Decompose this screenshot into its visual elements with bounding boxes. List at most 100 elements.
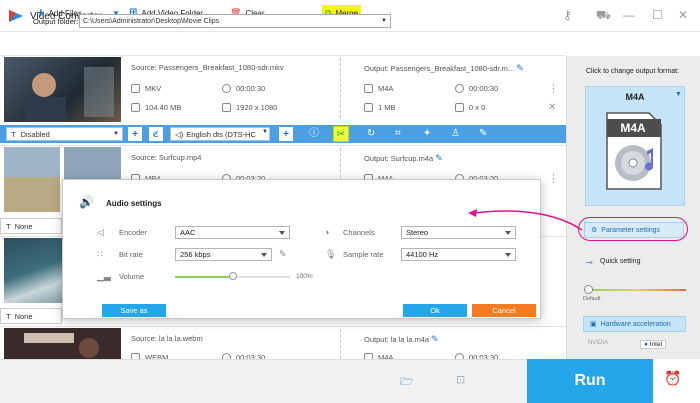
sample-rate-select[interactable]: 44100 Hz xyxy=(401,248,516,261)
close-item-icon[interactable]: ✕ xyxy=(548,102,556,113)
quick-setting-icon: ⊸ xyxy=(586,258,593,267)
output-folder-field[interactable]: C:\Users\Administrator\Desktop\Movie Cli… xyxy=(79,14,391,28)
dialog-title: Audio settings xyxy=(106,199,162,208)
ok-button[interactable]: Ok xyxy=(403,304,467,317)
channels-label: Channels xyxy=(343,228,375,237)
file-size-icon xyxy=(364,103,373,112)
annotation-highlight xyxy=(578,217,688,241)
source-format: MKV xyxy=(131,84,161,93)
open-folder-icon[interactable]: 🗁 xyxy=(400,373,414,392)
quick-setting-label: Quick setting xyxy=(600,258,641,265)
subtitle-select-mini[interactable]: T None xyxy=(0,218,62,234)
source-resolution: 1920 x 1080 xyxy=(222,103,277,112)
output-size: 1 MB xyxy=(364,103,396,112)
speaker-icon: ◁ xyxy=(97,227,104,237)
save-as-button[interactable]: Save as xyxy=(102,304,166,317)
output-settings-icon[interactable]: ⊡ xyxy=(456,373,465,386)
source-filename: Source: la la la.webm xyxy=(131,334,203,343)
sample-rate-label: Sample rate xyxy=(343,250,384,259)
intel-logo: ● Intel xyxy=(640,340,667,349)
divider xyxy=(340,329,341,359)
subtitle-edit-icon[interactable]: ✎ xyxy=(479,128,487,140)
effect-icon[interactable]: ✦ xyxy=(423,128,431,140)
bitrate-label: Bit rate xyxy=(119,250,143,259)
source-size: 104.40 MB xyxy=(131,103,181,112)
app-logo-icon xyxy=(8,8,24,24)
bottom-bar xyxy=(0,359,566,403)
output-duration: 00:00:30 xyxy=(455,84,498,93)
default-label: Default xyxy=(583,296,601,302)
chevron-down-icon: ▼ xyxy=(262,129,268,135)
output-format: M4A xyxy=(364,84,393,93)
subtitle-icon: T xyxy=(6,311,11,321)
edit-control-strip: T Disabled ▼ + ℭ ◁) English dts (DTS-HC ▼ … xyxy=(0,125,566,143)
video-thumbnail[interactable] xyxy=(4,57,121,122)
divider xyxy=(340,148,341,178)
output-filename: Output: Passengers_Breakfast_1080-sdr.m.… xyxy=(364,63,524,73)
toolbar xyxy=(0,32,566,56)
resolution-icon xyxy=(455,103,464,112)
output-resolution: 0 x 0 xyxy=(455,103,485,112)
run-button[interactable]: Run xyxy=(527,359,653,403)
channels-icon: ◑ xyxy=(324,227,330,237)
cancel-button[interactable]: Cancel xyxy=(472,304,536,317)
output-filename: Output: Surfcup.m4a ✎ xyxy=(364,153,443,163)
subtitle-icon: T xyxy=(11,129,16,139)
chevron-down-icon: ▼ xyxy=(675,91,682,98)
source-filename: Source: Surfcup.mp4 xyxy=(131,153,202,162)
microphone-icon: 🎙 xyxy=(325,249,337,259)
divider xyxy=(340,58,341,118)
info-icon[interactable]: ⓘ xyxy=(309,128,319,140)
clock-icon xyxy=(222,84,231,93)
add-audio-button[interactable]: + xyxy=(279,127,293,141)
bitrate-icon: ∷ xyxy=(97,249,103,259)
volume-icon: ▁▃ xyxy=(97,271,111,281)
format-icon xyxy=(364,84,373,93)
alarm-clock-icon[interactable]: ⏰ xyxy=(664,370,681,387)
more-icon[interactable]: ⋮ xyxy=(548,172,559,185)
chip-icon: ▣ xyxy=(590,321,597,328)
source-filename: Source: Passengers_Breakfast_1080-sdr.mk… xyxy=(131,63,284,72)
chevron-down-icon: ▼ xyxy=(381,18,387,24)
minimize-icon[interactable]: — xyxy=(623,8,635,22)
format-icon xyxy=(131,84,140,93)
edit-icon[interactable]: ✎ xyxy=(516,63,524,73)
speaker-icon: ◁) xyxy=(175,129,184,139)
video-thumbnail[interactable] xyxy=(4,328,121,359)
close-icon[interactable]: ✕ xyxy=(678,8,688,22)
output-format-caption: Click to change output format: xyxy=(586,68,679,75)
audio-settings-icon: 🔊 xyxy=(79,195,94,209)
cut-icon[interactable]: ✂ xyxy=(333,126,349,142)
output-format-name: M4A xyxy=(625,92,645,102)
crop-icon[interactable]: ⌗ xyxy=(395,128,401,140)
volume-label: Volume xyxy=(119,272,145,281)
quality-slider-thumb[interactable] xyxy=(584,285,593,294)
quality-slider-track[interactable] xyxy=(588,289,686,291)
subtitle-select-mini[interactable]: T None xyxy=(0,308,62,324)
watermark-icon[interactable]: ♙ xyxy=(451,128,460,140)
chevron-down-icon: ▼ xyxy=(113,131,119,137)
maximize-icon[interactable]: ☐ xyxy=(652,8,663,22)
intel-icon: ● xyxy=(644,341,648,348)
rotate-icon[interactable]: ↻ xyxy=(367,128,375,140)
subtitle-effect-button[interactable]: ℭ xyxy=(149,127,163,141)
clock-icon xyxy=(455,84,464,93)
encoder-label: Encoder xyxy=(119,228,147,237)
subtitle-icon: T xyxy=(6,221,11,231)
edit-icon[interactable]: ✎ xyxy=(431,334,439,344)
hardware-acceleration-button[interactable]: ▣ Hardware acceleration xyxy=(583,316,686,332)
audio-track-select[interactable]: ◁) English dts (DTS-HC xyxy=(170,127,270,141)
add-subtitle-button[interactable]: + xyxy=(128,127,142,141)
key-icon[interactable]: ⚷ xyxy=(563,8,572,22)
subtitle-select[interactable]: T Disabled ▼ xyxy=(6,127,123,141)
volume-slider-thumb[interactable] xyxy=(229,272,237,280)
more-icon[interactable]: ⋮ xyxy=(548,82,559,95)
encoder-select[interactable]: AAC xyxy=(175,226,290,239)
cart-icon[interactable]: ⛟ xyxy=(596,8,611,24)
output-folder-label: Output folder: xyxy=(33,17,79,26)
source-duration: 00:00:30 xyxy=(222,84,265,93)
format-badge-label: M4A xyxy=(620,121,646,135)
bitrate-select[interactable]: 256 kbps xyxy=(175,248,272,261)
edit-icon[interactable]: ✎ xyxy=(279,249,289,259)
edit-icon[interactable]: ✎ xyxy=(435,153,443,163)
